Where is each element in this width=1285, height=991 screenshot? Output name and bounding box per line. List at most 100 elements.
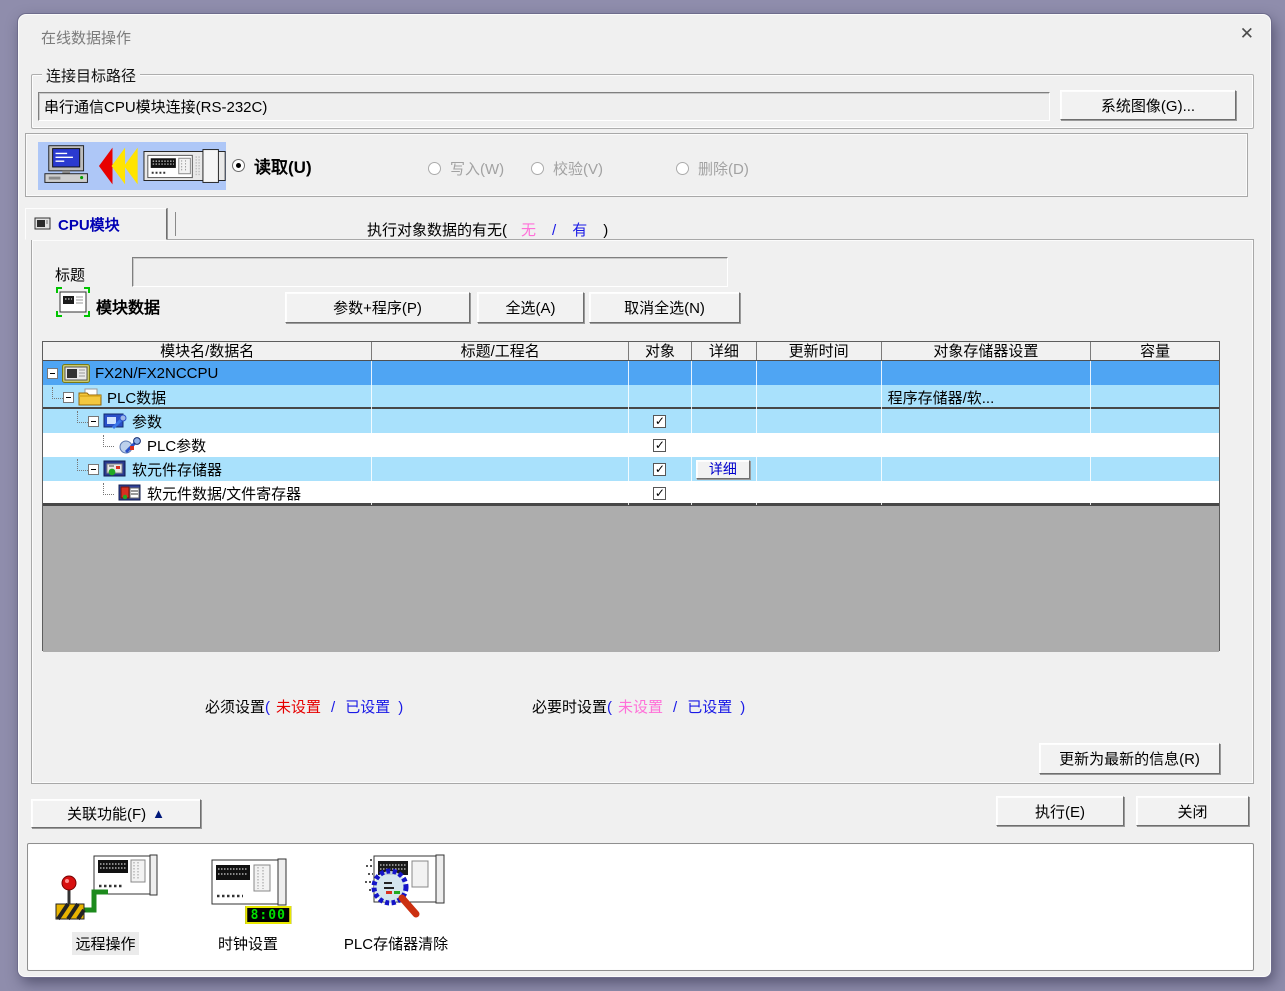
cpu-module-tab-panel: 标题 模块数据 参数+程序(P) 全选(A) 取消全选(N) 模块名/数据名 标… <box>31 239 1254 784</box>
radio-verify: 校验(V) <box>531 155 603 181</box>
tab-strip-divider <box>175 212 176 236</box>
radio-delete-dot <box>676 162 689 175</box>
table-header-row: 模块名/数据名 标题/工程名 对象 详细 更新时间 对象存储器设置 容量 <box>43 342 1219 361</box>
select-all-button[interactable]: 全选(A) <box>477 292 584 323</box>
availability-exist: 有 <box>572 222 587 239</box>
plc-module-icon <box>143 148 226 184</box>
shortcut-plc-memory-clear[interactable]: PLC存储器清除 <box>316 850 476 966</box>
required-setting-legend: 必须设置(未设置/已设置) <box>205 696 403 717</box>
tree-connector <box>52 387 63 399</box>
tree-row-fx2n-cpu[interactable]: FX2N/FX2NCCPU <box>43 361 1219 385</box>
tree-row-plc-parameter[interactable]: PLC参数 ✓ <box>43 433 1219 457</box>
computer-icon <box>42 144 92 188</box>
column-header-memory-setting: 对象存储器设置 <box>882 342 1092 360</box>
module-data-table: 模块名/数据名 标题/工程名 对象 详细 更新时间 对象存储器设置 容量 <box>42 341 1220 651</box>
cpu-module-tab-icon <box>34 217 52 232</box>
tree-row-plc-data[interactable]: PLC数据 程序存储器/软... <box>43 385 1219 409</box>
triangle-up-icon: ▲ <box>152 806 165 821</box>
refresh-button[interactable]: 更新为最新的信息(R) <box>1039 743 1220 774</box>
table-empty-area <box>43 505 1219 652</box>
expander-icon[interactable] <box>47 368 58 379</box>
column-header-module-name: 模块名/数据名 <box>43 342 372 360</box>
tree-row-parameter[interactable]: 参数 ✓ <box>43 409 1219 433</box>
shortcut-remote-operation[interactable]: 远程操作 <box>38 850 173 966</box>
column-header-capacity: 容量 <box>1091 342 1219 360</box>
shortcut-clock-setting[interactable]: 8:00 时钟设置 <box>183 850 313 966</box>
execute-button[interactable]: 执行(E) <box>996 796 1124 826</box>
column-header-detail: 详细 <box>692 342 757 360</box>
optional-set: 已设置 <box>687 699 732 716</box>
target-checkbox[interactable]: ✓ <box>653 463 666 476</box>
target-checkbox[interactable]: ✓ <box>653 415 666 428</box>
radio-write: 写入(W) <box>428 155 504 181</box>
memory-setting-value: 程序存储器/软... <box>882 387 995 408</box>
radio-read-dot <box>232 159 245 172</box>
tree-connector <box>77 459 88 471</box>
clock-display: 8:00 <box>245 906 291 924</box>
dialog-title: 在线数据操作 <box>41 27 131 48</box>
tree-connector <box>103 483 114 495</box>
expander-icon[interactable] <box>88 464 99 475</box>
radio-verify-label: 校验(V) <box>553 158 603 179</box>
related-functions-panel: 远程操作 8:00 时钟设置 <box>27 843 1254 971</box>
desktop-background: 在线数据操作 ✕ 连接目标路径 串行通信CPU模块连接(RS-232C) 系统图… <box>0 0 1285 991</box>
availability-none: 无 <box>521 222 536 239</box>
module-data-label: 模块数据 <box>96 294 160 318</box>
radio-read[interactable]: 读取(U) <box>232 152 312 178</box>
plc-memory-clear-icon <box>344 854 448 926</box>
connection-path-group-label: 连接目标路径 <box>42 65 140 86</box>
transfer-mode-panel: 读取(U) 写入(W) 校验(V) 删除(D) <box>25 133 1248 197</box>
radio-delete-label: 删除(D) <box>698 158 749 179</box>
tree-row-device-memory[interactable]: 软元件存储器 ✓ 详细 <box>43 457 1219 481</box>
required-not-set: 未设置 <box>276 699 321 716</box>
device-data-icon <box>118 484 142 502</box>
module-data-icon <box>56 287 90 317</box>
shortcut-clock-setting-label: 时钟设置 <box>215 932 281 955</box>
param-program-button[interactable]: 参数+程序(P) <box>285 292 470 323</box>
related-functions-button[interactable]: 关联功能(F) ▲ <box>31 799 201 828</box>
optional-setting-legend: 必要时设置(未设置/已设置) <box>532 696 745 717</box>
connection-path-field[interactable]: 串行通信CPU模块连接(RS-232C) <box>38 92 1050 121</box>
tree-connector <box>103 435 114 447</box>
radio-verify-dot <box>531 162 544 175</box>
read-direction-arrows-icon <box>98 146 139 186</box>
column-header-update-time: 更新时间 <box>757 342 882 360</box>
system-image-button[interactable]: 系统图像(G)... <box>1060 90 1236 120</box>
deselect-all-button[interactable]: 取消全选(N) <box>589 292 740 323</box>
title-label: 标题 <box>55 264 85 285</box>
online-data-operation-dialog: 在线数据操作 ✕ 连接目标路径 串行通信CPU模块连接(RS-232C) 系统图… <box>18 14 1271 977</box>
target-checkbox[interactable]: ✓ <box>653 487 666 500</box>
tree-row-device-data-file-register[interactable]: 软元件数据/文件寄存器 ✓ <box>43 481 1219 505</box>
folder-icon <box>78 388 102 406</box>
required-set: 已设置 <box>345 699 390 716</box>
radio-write-label: 写入(W) <box>450 158 504 179</box>
title-input[interactable] <box>132 257 728 287</box>
shortcut-remote-operation-label: 远程操作 <box>72 932 138 955</box>
radio-read-label: 读取(U) <box>254 153 312 178</box>
plc-parameter-icon <box>118 436 142 454</box>
cpu-icon <box>62 364 90 383</box>
column-header-title-project: 标题/工程名 <box>372 342 629 360</box>
tree-connector <box>77 411 88 423</box>
detail-button[interactable]: 详细 <box>696 460 750 479</box>
device-memory-icon <box>103 460 127 478</box>
tab-cpu-module-label: CPU模块 <box>58 214 120 235</box>
availability-legend-label: 执行对象数据的有无( <box>367 222 507 239</box>
close-icon[interactable]: ✕ <box>1240 24 1254 44</box>
shortcut-plc-memory-clear-label: PLC存储器清除 <box>341 932 451 955</box>
expander-icon[interactable] <box>63 392 74 403</box>
tab-cpu-module[interactable]: CPU模块 <box>25 208 167 240</box>
parameter-icon <box>103 412 127 430</box>
radio-write-dot <box>428 162 441 175</box>
availability-legend: 执行对象数据的有无(无/有) <box>367 219 608 240</box>
remote-operation-icon <box>54 854 158 926</box>
close-button[interactable]: 关闭 <box>1136 796 1249 826</box>
connection-path-value: 串行通信CPU模块连接(RS-232C) <box>44 96 267 117</box>
column-header-target: 对象 <box>629 342 692 360</box>
connection-path-group: 连接目标路径 串行通信CPU模块连接(RS-232C) 系统图像(G)... <box>31 74 1254 129</box>
transfer-direction-graphic <box>38 142 226 190</box>
expander-icon[interactable] <box>88 416 99 427</box>
optional-not-set: 未设置 <box>618 699 663 716</box>
radio-delete: 删除(D) <box>676 155 749 181</box>
target-checkbox[interactable]: ✓ <box>653 439 666 452</box>
